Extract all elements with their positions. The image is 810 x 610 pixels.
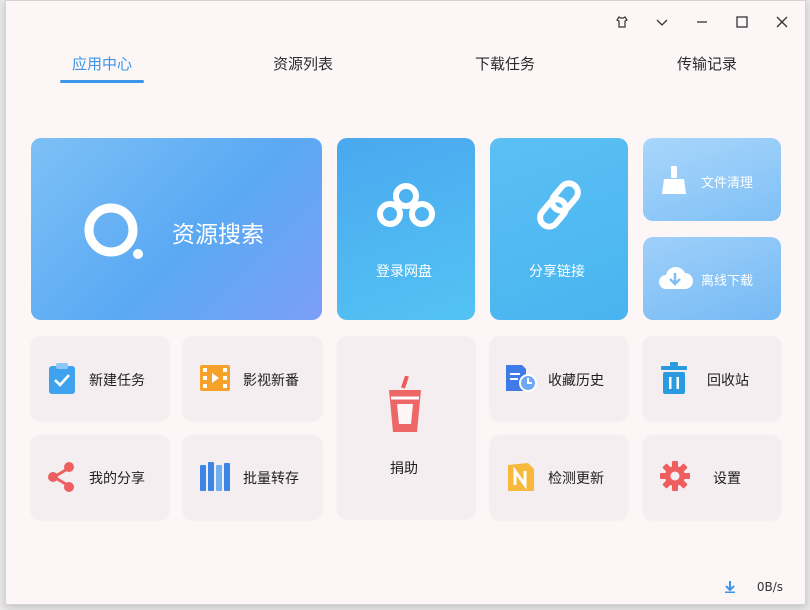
books-icon (200, 462, 230, 491)
cloud-download-icon (659, 266, 693, 289)
settings-tile[interactable]: 设置 (643, 435, 781, 519)
tile-label: 登录网盘 (376, 264, 432, 280)
new-task-tile[interactable]: 新建任务 (31, 336, 169, 420)
film-icon (200, 365, 230, 391)
netdisk-cloud-icon (377, 183, 435, 227)
tab-download-tasks[interactable]: 下载任务 (475, 49, 535, 83)
favorites-history-tile[interactable]: 收藏历史 (490, 336, 628, 420)
share-icon (48, 462, 74, 492)
file-cleanup-tile[interactable]: 文件清理 (643, 138, 781, 221)
check-update-tile[interactable]: 检测更新 (490, 435, 628, 519)
login-netdisk-tile[interactable]: 登录网盘 (337, 138, 475, 320)
title-bar-controls (609, 9, 795, 35)
link-icon (537, 180, 581, 230)
tab-label: 传输记录 (677, 55, 738, 73)
recycle-bin-tile[interactable]: 回收站 (643, 336, 781, 420)
tab-resource-list[interactable]: 资源列表 (273, 49, 333, 83)
tile-label: 回收站 (707, 373, 749, 389)
tile-label: 离线下载 (701, 274, 754, 289)
offline-download-tile[interactable]: 离线下载 (643, 237, 781, 320)
search-icon (84, 203, 143, 259)
share-link-tile[interactable]: 分享链接 (490, 138, 628, 320)
update-icon (508, 463, 534, 491)
tile-label: 新建任务 (89, 373, 145, 389)
tile-label: 捐助 (390, 461, 418, 477)
maximize-icon[interactable] (729, 9, 755, 35)
app-window: 应用中心 资源列表 下载任务 传输记录 资源搜索 登录网盘 分享链接 文件清理 … (5, 0, 806, 605)
batch-transfer-tile[interactable]: 批量转存 (183, 435, 322, 519)
skin-icon[interactable] (609, 9, 635, 35)
history-icon (506, 365, 537, 392)
tab-app-center[interactable]: 应用中心 (60, 49, 145, 83)
chevron-down-icon[interactable] (649, 9, 675, 35)
download-arrow-icon (724, 581, 735, 593)
cup-icon (389, 376, 421, 432)
tile-label: 检测更新 (548, 471, 604, 487)
tab-transfer-records[interactable]: 传输记录 (677, 49, 737, 83)
status-bar: 0B/s (724, 580, 783, 594)
tile-label: 分享链接 (529, 264, 585, 280)
tile-label: 收藏历史 (548, 373, 604, 389)
main-tabs: 应用中心 资源列表 下载任务 传输记录 (6, 49, 805, 89)
tile-label: 文件清理 (701, 176, 754, 191)
tab-label: 应用中心 (72, 55, 133, 73)
my-share-tile[interactable]: 我的分享 (31, 435, 169, 519)
clipboard-check-icon (49, 363, 75, 394)
tab-label: 资源列表 (273, 55, 334, 73)
tab-label: 下载任务 (475, 55, 536, 73)
tile-label: 设置 (713, 471, 741, 487)
tile-label: 资源搜索 (172, 222, 264, 248)
minimize-icon[interactable] (689, 9, 715, 35)
gear-icon (660, 461, 690, 491)
video-new-tile[interactable]: 影视新番 (183, 336, 322, 420)
donate-tile[interactable]: 捐助 (337, 336, 475, 518)
resource-search-tile[interactable]: 资源搜索 (31, 138, 322, 320)
tile-label: 批量转存 (243, 471, 299, 487)
tile-label: 影视新番 (243, 373, 299, 389)
tile-label: 我的分享 (89, 471, 145, 487)
trash-icon (661, 362, 687, 394)
active-tab-underline (60, 80, 145, 83)
download-speed: 0B/s (756, 580, 783, 594)
close-icon[interactable] (769, 9, 795, 35)
broom-icon (662, 166, 686, 194)
